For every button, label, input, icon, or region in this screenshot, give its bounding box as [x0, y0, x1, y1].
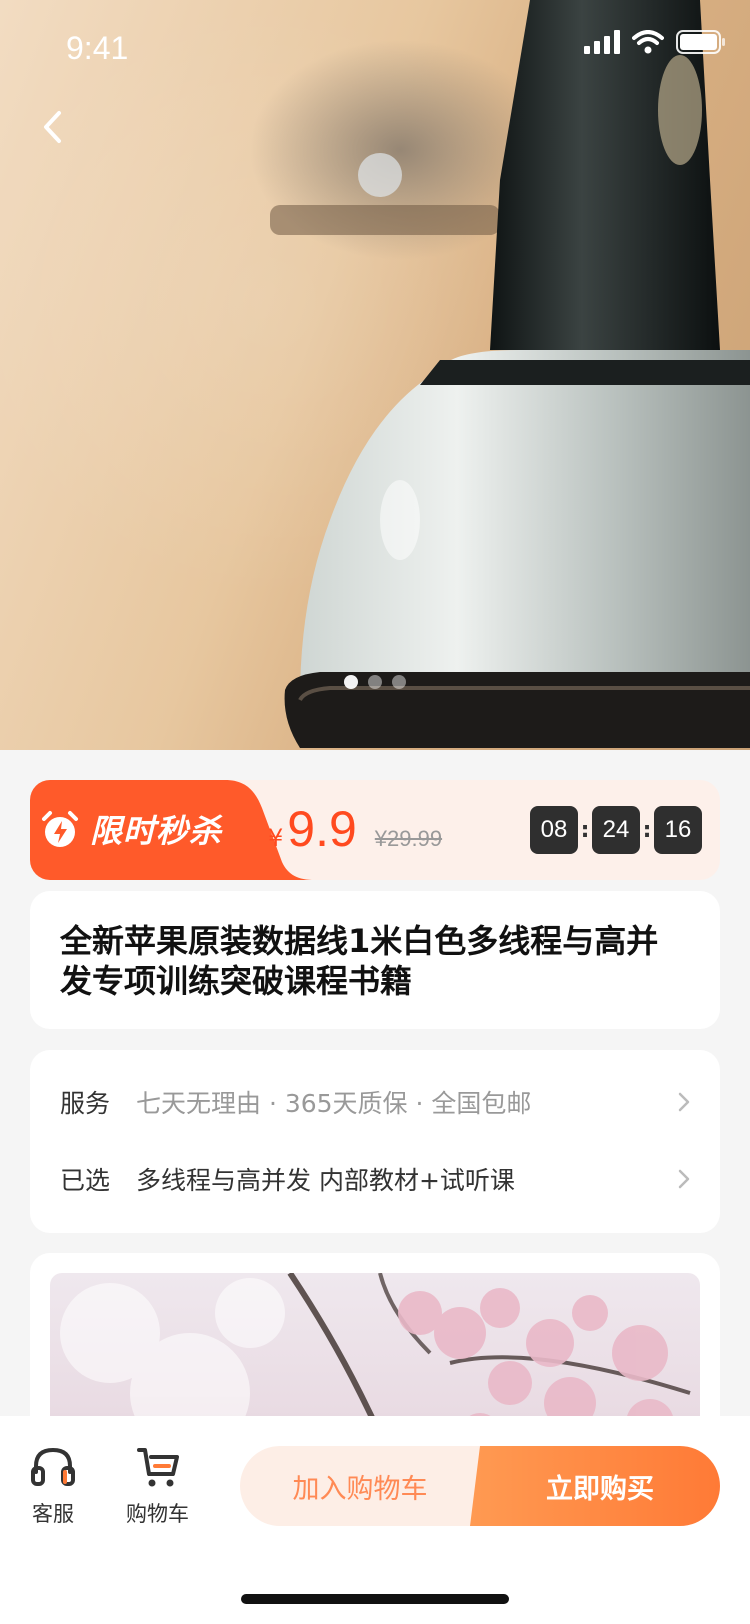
currency-symbol: ¥: [268, 824, 284, 852]
carousel-dot[interactable]: [368, 675, 382, 689]
chevron-right-icon: [678, 1092, 690, 1112]
product-title-card: 全新苹果原装数据线1米白色多线程与高并发专项训练突破课程书籍: [30, 891, 720, 1029]
wifi-icon: [632, 30, 664, 54]
service-label: 服务: [60, 1089, 111, 1118]
back-button[interactable]: [30, 105, 74, 149]
alarm-clock-icon: [42, 811, 78, 847]
status-icons: [584, 30, 726, 54]
selected-value: 多线程与高并发 内部教材+试听课: [136, 1166, 515, 1195]
service-value: 七天无理由 · 365天质保 · 全国包邮: [136, 1089, 532, 1118]
carousel-indicator: [0, 675, 750, 689]
countdown-timer: 08 : 24 : 16: [530, 806, 702, 854]
countdown-separator: :: [642, 817, 652, 843]
selected-row[interactable]: 已选 多线程与高并发 内部教材+试听课: [60, 1159, 694, 1199]
bottom-action-bar: 客服 购物车 加入购物车 立即购买: [0, 1416, 750, 1624]
status-bar: 9:41: [0, 0, 750, 96]
price-area: ¥ 9.9 ¥29.99: [268, 800, 442, 858]
product-image-carousel[interactable]: 9:41: [0, 0, 750, 750]
cart-label: 购物车: [126, 1502, 189, 1526]
service-row[interactable]: 服务 七天无理由 · 365天质保 · 全国包邮: [60, 1082, 694, 1122]
carousel-dot[interactable]: [392, 675, 406, 689]
selected-label: 已选: [60, 1166, 111, 1195]
headset-icon: [31, 1447, 75, 1486]
countdown-minutes: 24: [592, 806, 640, 854]
customer-service-button[interactable]: 客服: [30, 1444, 76, 1528]
add-to-cart-button[interactable]: 加入购物车: [240, 1446, 490, 1526]
customer-service-label: 客服: [32, 1502, 74, 1526]
product-title: 全新苹果原装数据线1米白色多线程与高并发专项训练突破课程书籍: [60, 922, 659, 1000]
cart-icon: [136, 1448, 179, 1487]
flash-sale-banner: 限时秒杀 ¥ 9.9 ¥29.99 08 : 24 : 16: [30, 780, 720, 880]
purchase-button-group: 加入购物车 立即购买: [240, 1446, 720, 1526]
cart-button[interactable]: 购物车: [126, 1444, 189, 1528]
flash-sale-title: 限时秒杀: [90, 812, 223, 850]
sale-price: 9.9: [287, 801, 357, 857]
carousel-dot-active[interactable]: [344, 675, 358, 689]
status-time: 9:41: [66, 30, 129, 66]
countdown-hours: 08: [530, 806, 578, 854]
countdown-separator: :: [580, 817, 590, 843]
original-price: ¥29.99: [374, 826, 443, 851]
chevron-left-icon: [44, 111, 61, 143]
home-indicator: [241, 1594, 509, 1604]
signal-icon: [584, 30, 620, 54]
buy-now-button[interactable]: 立即购买: [470, 1446, 720, 1526]
service-card: 服务 七天无理由 · 365天质保 · 全国包邮 已选 多线程与高并发 内部教材…: [30, 1050, 720, 1233]
countdown-seconds: 16: [654, 806, 702, 854]
lamp-photo: [250, 0, 750, 748]
chevron-right-icon: [678, 1169, 690, 1189]
battery-icon: [676, 30, 725, 54]
